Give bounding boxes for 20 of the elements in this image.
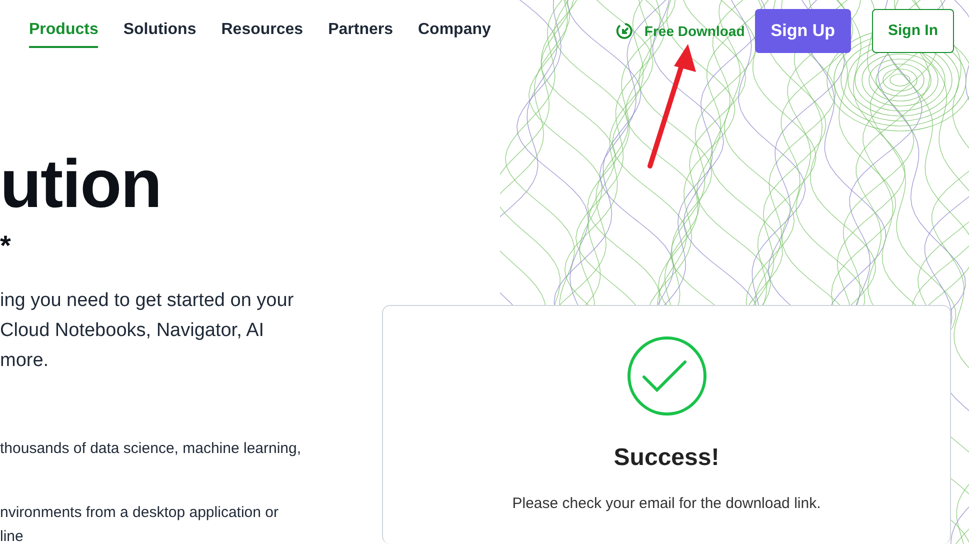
intro-text-line: Cloud Notebooks, Navigator, AI [0, 319, 266, 343]
success-title: Success! [612, 444, 720, 473]
feature-text-line: thousands of data science, machine learning, [0, 439, 302, 459]
asterisk-text: * [0, 232, 12, 260]
intro-text-line: more. [0, 349, 50, 373]
free-download-link[interactable]: Free Download [616, 20, 745, 42]
download-icon [616, 22, 634, 40]
checkmark-circle-icon [626, 336, 706, 416]
feature-text-line: line [0, 527, 24, 544]
sign-up-button[interactable]: Sign Up [754, 9, 851, 53]
hero-heading: ution [0, 150, 162, 218]
sign-in-button[interactable]: Sign In [872, 8, 954, 54]
success-message: Please check your email for the download link. [511, 494, 822, 514]
nav-link[interactable]: Resources [221, 14, 304, 48]
nav-link[interactable]: Company [418, 14, 491, 48]
nav-link[interactable]: Products [29, 14, 98, 48]
nav-link[interactable]: Partners [328, 14, 393, 48]
feature-text-line: nvironments from a desktop application or [0, 503, 280, 523]
intro-text-line: ing you need to get started on your [0, 289, 295, 313]
nav-link[interactable]: Solutions [123, 14, 196, 48]
